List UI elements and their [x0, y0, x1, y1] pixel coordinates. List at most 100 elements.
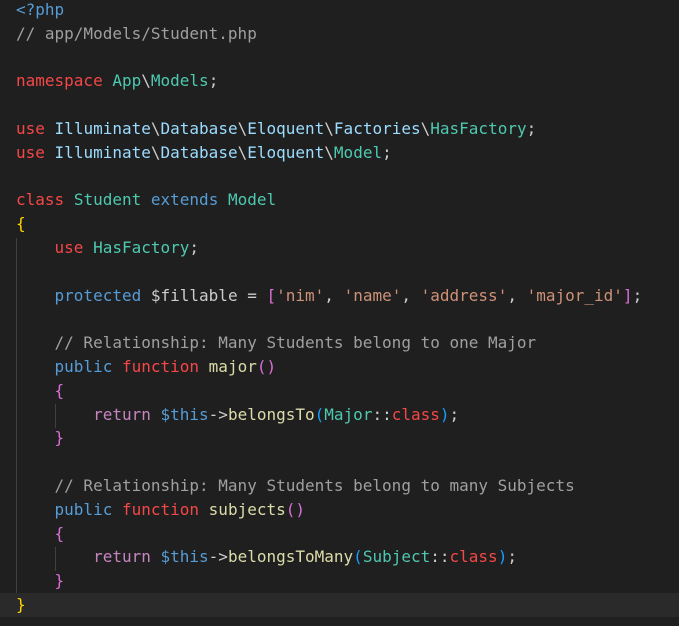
- code-token: public: [54, 357, 113, 376]
- code-token: use: [54, 238, 84, 257]
- code-token: \: [150, 142, 161, 162]
- code-token: 'major_id': [526, 285, 623, 305]
- code-token: {: [16, 214, 26, 234]
- code-token: ]: [622, 285, 633, 305]
- code-token: $fillable: [150, 285, 238, 305]
- code-token: class: [449, 547, 498, 567]
- code-token: ;: [382, 142, 392, 162]
- code-line[interactable]: {: [0, 379, 679, 403]
- code-token: function: [121, 357, 200, 376]
- code-token: Database: [160, 142, 238, 162]
- code-editor[interactable]: <?php // app/Models/Student.php namespace …: [0, 0, 679, 626]
- code-token: {: [54, 380, 65, 400]
- code-token: major: [208, 357, 257, 376]
- code-token: ::: [430, 547, 450, 567]
- code-line[interactable]: use Illuminate\Database\Eloquent\Model;: [0, 141, 679, 165]
- code-token: Eloquent: [247, 142, 325, 162]
- code-token: ,: [324, 285, 344, 305]
- code-token: // Relationship: Many Students belong to…: [54, 333, 537, 353]
- code-line[interactable]: // app/Models/Student.php: [0, 22, 679, 46]
- code-token: ;: [632, 285, 643, 305]
- code-line[interactable]: class Student extends Model: [0, 188, 679, 212]
- code-token: extends: [150, 190, 219, 210]
- code-line[interactable]: [0, 307, 679, 331]
- code-token: namespace: [16, 71, 103, 91]
- code-token: 'address': [420, 285, 508, 305]
- code-token: ): [439, 404, 450, 424]
- code-token: 'name': [343, 285, 402, 305]
- code-line[interactable]: }: [0, 593, 679, 617]
- code-line[interactable]: return $this->belongsTo(Major::class);: [0, 403, 679, 427]
- code-token: Major: [324, 404, 373, 424]
- code-token: \: [324, 119, 334, 138]
- code-line[interactable]: [0, 93, 679, 117]
- code-token: ->: [208, 404, 228, 424]
- code-token: // app/Models/Student.php: [16, 23, 257, 43]
- code-line[interactable]: namespace App\Models;: [0, 69, 679, 93]
- code-token: Models: [150, 71, 209, 91]
- code-line[interactable]: }: [0, 569, 679, 593]
- code-token: $this: [160, 547, 209, 567]
- code-token: Illuminate: [54, 142, 151, 162]
- code-line[interactable]: [0, 260, 679, 284]
- code-line[interactable]: <?php: [0, 0, 679, 22]
- code-token: Model: [227, 190, 277, 210]
- code-line[interactable]: // Relationship: Many Students belong to…: [0, 474, 679, 498]
- code-token: belongsTo: [227, 404, 315, 424]
- code-line[interactable]: use Illuminate\Database\Eloquent\Factori…: [0, 117, 679, 141]
- code-token: {: [54, 523, 65, 543]
- code-line[interactable]: [0, 46, 679, 70]
- code-line[interactable]: {: [0, 522, 679, 546]
- code-token: }: [54, 571, 65, 591]
- code-line[interactable]: [0, 450, 679, 474]
- code-line[interactable]: use HasFactory;: [0, 236, 679, 260]
- code-token: (: [353, 547, 363, 567]
- code-token: <?php: [16, 0, 65, 19]
- code-line[interactable]: [0, 165, 679, 189]
- code-token: \: [237, 142, 248, 162]
- code-token: // Relationship: Many Students belong to…: [54, 476, 575, 495]
- code-line[interactable]: {: [0, 212, 679, 236]
- code-token: (: [314, 404, 325, 424]
- code-token: ;: [526, 119, 537, 138]
- code-token: class: [391, 404, 440, 424]
- code-token: Model: [333, 142, 383, 162]
- code-token: use: [16, 142, 45, 162]
- code-token: Eloquent: [247, 119, 325, 138]
- code-token: =: [237, 285, 267, 305]
- code-token: (): [256, 357, 277, 376]
- code-line[interactable]: // Relationship: Many Students belong to…: [0, 331, 679, 355]
- code-token: \: [150, 119, 161, 138]
- code-token: ::: [372, 404, 392, 424]
- code-token: function: [121, 499, 200, 519]
- code-token: ;: [208, 71, 219, 91]
- code-token: }: [16, 595, 26, 614]
- code-line[interactable]: public function subjects(): [0, 498, 679, 522]
- code-line[interactable]: return $this->belongsToMany(Subject::cla…: [0, 545, 679, 569]
- code-token: (): [285, 499, 305, 519]
- code-token: public: [54, 499, 113, 519]
- code-line[interactable]: protected $fillable = ['nim', 'name', 'a…: [0, 284, 679, 308]
- code-line[interactable]: public function major(): [0, 355, 679, 379]
- code-line[interactable]: }: [0, 426, 679, 450]
- code-token: Student: [73, 190, 142, 210]
